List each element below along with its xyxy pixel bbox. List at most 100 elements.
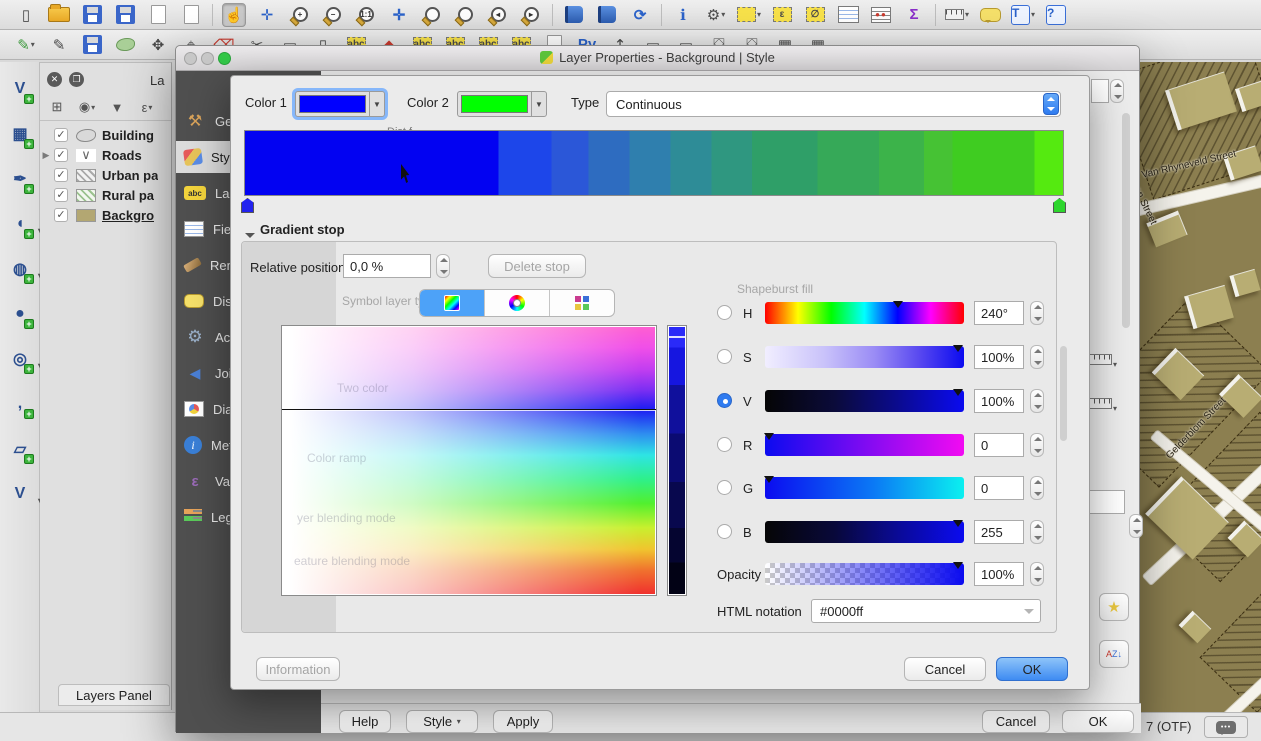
- slider-marker-icon[interactable]: [764, 433, 774, 440]
- zoom-out-icon[interactable]: −: [321, 3, 345, 27]
- blue-radio[interactable]: [717, 524, 732, 539]
- value-radio[interactable]: [717, 393, 732, 408]
- map-tips-icon[interactable]: [978, 3, 1002, 27]
- hue-spinner[interactable]: [1030, 301, 1044, 325]
- gradient-ok-button[interactable]: OK: [996, 657, 1068, 681]
- picker-scrollbar[interactable]: [1060, 346, 1067, 441]
- messages-button[interactable]: •••: [1204, 716, 1248, 738]
- add-postgis-layer-icon[interactable]: ◖+▾: [4, 211, 36, 237]
- blue-slider[interactable]: [765, 521, 964, 543]
- green-spinner[interactable]: [1030, 476, 1044, 500]
- value-spinner[interactable]: [1030, 389, 1044, 413]
- slider-marker-icon[interactable]: [953, 345, 963, 352]
- gradient-stop-start[interactable]: [241, 198, 254, 213]
- slider-marker-icon[interactable]: [953, 389, 963, 396]
- relative-position-input[interactable]: [343, 254, 431, 278]
- layer-item-backgro[interactable]: ✓Backgro: [40, 205, 172, 225]
- saturation-radio[interactable]: [717, 349, 732, 364]
- style-menu-button[interactable]: Style ▾: [406, 710, 478, 733]
- add-raster-layer-icon[interactable]: ▦+: [4, 121, 36, 147]
- new-shapefile-icon[interactable]: ▱+: [4, 436, 36, 462]
- zoom-next-icon[interactable]: ▸: [519, 3, 543, 27]
- measure-icon[interactable]: ▾: [945, 3, 969, 27]
- refresh-icon[interactable]: ⟳: [628, 3, 652, 27]
- gradient-cancel-button[interactable]: Cancel: [904, 657, 986, 681]
- color-2d-picker[interactable]: Two color Color ramp yer blending mode e…: [281, 325, 657, 596]
- map-canvas[interactable]: Van Rhyneveld Street on Street Gelderblo…: [1140, 62, 1261, 712]
- unit-selector-icon[interactable]: [1088, 398, 1112, 409]
- layer-checkbox[interactable]: ✓: [54, 128, 68, 142]
- red-radio[interactable]: [717, 437, 732, 452]
- add-delimited-text-icon[interactable]: ,+: [4, 391, 36, 417]
- layer-checkbox[interactable]: ✓: [54, 208, 68, 222]
- panel-close-icon[interactable]: ✕: [47, 72, 62, 87]
- opacity-value-input[interactable]: [974, 562, 1024, 586]
- clipped-input[interactable]: [1091, 79, 1109, 103]
- green-radio[interactable]: [717, 480, 732, 495]
- add-wcs-layer-icon[interactable]: ●+: [4, 301, 36, 327]
- attribute-table-icon[interactable]: [836, 3, 860, 27]
- gradient-preview[interactable]: [244, 130, 1064, 196]
- select-features-icon[interactable]: ▾: [737, 3, 761, 27]
- zoom-to-layer-icon[interactable]: [420, 3, 444, 27]
- hue-radio[interactable]: [717, 305, 732, 320]
- cancel-button[interactable]: Cancel: [982, 710, 1050, 733]
- add-feature-icon[interactable]: [113, 33, 137, 57]
- zoom-full-icon[interactable]: ✛: [387, 3, 411, 27]
- layers-panel-tab[interactable]: Layers Panel: [58, 684, 170, 706]
- spinner-control[interactable]: [1110, 79, 1124, 103]
- slider-marker-icon[interactable]: [764, 476, 774, 483]
- opacity-slider[interactable]: [765, 563, 964, 585]
- type-select[interactable]: Continuous: [606, 91, 1061, 117]
- saturation-slider[interactable]: [765, 346, 964, 368]
- toggle-editing-icon[interactable]: ✎: [47, 33, 71, 57]
- identify-features-icon[interactable]: ℹ: [671, 3, 695, 27]
- new-project-icon[interactable]: ▯: [14, 3, 38, 27]
- filter-legend-icon[interactable]: ▼: [106, 96, 128, 118]
- deselect-features-icon[interactable]: ∅: [803, 3, 827, 27]
- layer-item-building[interactable]: ✓Building: [40, 125, 172, 145]
- add-spatialite-layer-icon[interactable]: ✒+: [4, 166, 36, 192]
- layer-item-urban-pa[interactable]: ✓Urban pa: [40, 165, 172, 185]
- statistics-icon[interactable]: Σ: [902, 3, 926, 27]
- spinner-control[interactable]: [1129, 514, 1143, 538]
- save-layer-edits-icon[interactable]: [80, 33, 104, 57]
- tab-color-swatches[interactable]: [550, 290, 614, 316]
- zoom-in-icon[interactable]: +: [288, 3, 312, 27]
- help-icon[interactable]: ?: [1044, 3, 1068, 27]
- favorites-button[interactable]: ★: [1099, 593, 1129, 621]
- value-value-input[interactable]: [974, 389, 1024, 413]
- tab-color-wheel[interactable]: [485, 290, 550, 316]
- pan-to-selection-icon[interactable]: ✛: [255, 3, 279, 27]
- blue-value-input[interactable]: [974, 520, 1024, 544]
- move-feature-icon[interactable]: ✥: [146, 33, 170, 57]
- red-spinner[interactable]: [1030, 433, 1044, 457]
- manage-visibility-icon[interactable]: ◉ ▾: [76, 96, 98, 118]
- layer-item-rural-pa[interactable]: ✓Rural pa: [40, 185, 172, 205]
- value-slider[interactable]: [765, 390, 964, 412]
- panel-float-icon[interactable]: ❐: [69, 72, 84, 87]
- layer-item-roads[interactable]: ▶✓∨Roads: [40, 145, 172, 165]
- gradient-stop-end[interactable]: [1053, 198, 1066, 213]
- add-vector-layer-icon[interactable]: V+: [4, 76, 36, 102]
- slider-marker-icon[interactable]: [953, 562, 963, 569]
- save-project-icon[interactable]: [80, 3, 104, 27]
- composer-manager-icon[interactable]: [179, 3, 203, 27]
- zoom-last-icon[interactable]: ◂: [486, 3, 510, 27]
- color1-button[interactable]: ▼: [295, 91, 385, 117]
- clipped-value-input[interactable]: [1089, 490, 1125, 514]
- dialog-titlebar[interactable]: Layer Properties - Background | Style: [176, 46, 1139, 71]
- field-calculator-icon[interactable]: ●●: [869, 3, 893, 27]
- red-value-input[interactable]: [974, 433, 1024, 457]
- ok-button[interactable]: OK: [1062, 710, 1134, 733]
- blue-spinner[interactable]: [1030, 520, 1044, 544]
- add-wms-layer-icon[interactable]: ◍+▾: [4, 256, 36, 282]
- zoom-to-selection-icon[interactable]: [453, 3, 477, 27]
- expand-icon[interactable]: ▶: [40, 150, 52, 161]
- zoom-native-icon[interactable]: 1:1: [354, 3, 378, 27]
- slider-marker-icon[interactable]: [953, 520, 963, 527]
- saturation-value-input[interactable]: [974, 345, 1024, 369]
- new-bookmark-icon[interactable]: [562, 3, 586, 27]
- text-annotation-icon[interactable]: T▾: [1011, 3, 1035, 27]
- color2-button[interactable]: ▼: [457, 91, 547, 117]
